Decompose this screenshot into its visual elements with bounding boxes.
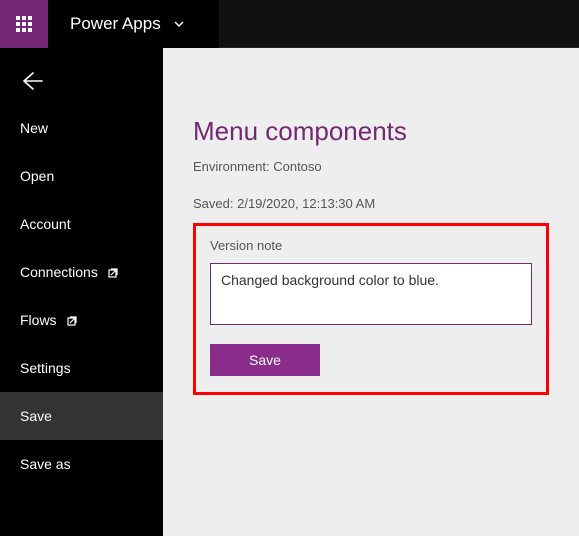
sidebar: New Open Account Connections Flows Setti… bbox=[0, 48, 163, 536]
save-button[interactable]: Save bbox=[210, 344, 320, 376]
sidebar-item-label: Save as bbox=[20, 456, 71, 472]
sidebar-item-flows[interactable]: Flows bbox=[0, 296, 163, 344]
body: New Open Account Connections Flows Setti… bbox=[0, 48, 579, 536]
sidebar-item-save[interactable]: Save bbox=[0, 392, 163, 440]
environment-label: Environment: bbox=[193, 159, 270, 174]
top-bar: Power Apps bbox=[0, 0, 579, 48]
saved-label: Saved: bbox=[193, 196, 233, 211]
chevron-down-icon bbox=[173, 18, 185, 30]
sidebar-item-label: Open bbox=[20, 168, 54, 184]
app-launcher-button[interactable] bbox=[0, 0, 48, 48]
app-name-label: Power Apps bbox=[70, 14, 161, 34]
main-content: Menu components Environment: Contoso Sav… bbox=[163, 48, 579, 536]
top-bar-spacer bbox=[219, 0, 579, 48]
waffle-icon bbox=[16, 16, 32, 32]
version-note-input[interactable] bbox=[210, 263, 532, 325]
saved-line: Saved: 2/19/2020, 12:13:30 AM bbox=[193, 196, 549, 211]
sidebar-item-connections[interactable]: Connections bbox=[0, 248, 163, 296]
back-button[interactable] bbox=[0, 58, 163, 104]
sidebar-item-label: New bbox=[20, 120, 48, 136]
environment-value: Contoso bbox=[273, 159, 321, 174]
version-note-highlight: Version note Save bbox=[193, 223, 549, 395]
external-link-icon bbox=[67, 314, 79, 326]
sidebar-item-save-as[interactable]: Save as bbox=[0, 440, 163, 488]
version-note-label: Version note bbox=[210, 238, 532, 253]
sidebar-item-open[interactable]: Open bbox=[0, 152, 163, 200]
arrow-left-icon bbox=[18, 68, 44, 94]
sidebar-item-label: Account bbox=[20, 216, 71, 232]
sidebar-item-label: Flows bbox=[20, 312, 57, 328]
sidebar-item-settings[interactable]: Settings bbox=[0, 344, 163, 392]
external-link-icon bbox=[108, 266, 120, 278]
app-switcher[interactable]: Power Apps bbox=[48, 0, 219, 48]
sidebar-item-new[interactable]: New bbox=[0, 104, 163, 152]
sidebar-item-label: Connections bbox=[20, 264, 98, 280]
sidebar-item-label: Save bbox=[20, 408, 52, 424]
environment-line: Environment: Contoso bbox=[193, 159, 549, 174]
sidebar-item-account[interactable]: Account bbox=[0, 200, 163, 248]
saved-value: 2/19/2020, 12:13:30 AM bbox=[237, 196, 375, 211]
sidebar-item-label: Settings bbox=[20, 360, 71, 376]
page-title: Menu components bbox=[193, 116, 549, 147]
